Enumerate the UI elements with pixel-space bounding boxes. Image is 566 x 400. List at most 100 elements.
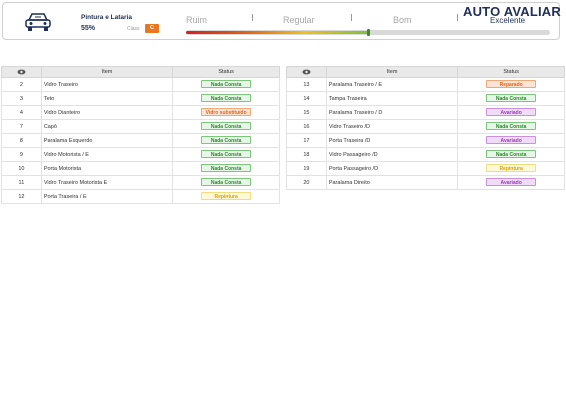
scale-separator bbox=[252, 14, 253, 21]
table-row: 14 Tampa Traseira Nada Consta bbox=[286, 91, 565, 106]
status-cell: Avariado bbox=[457, 175, 565, 190]
table-row: 20 Paralama Direito Avariado bbox=[286, 175, 565, 190]
table-row: 4 Vidro Dianteiro Vidro substituído bbox=[1, 105, 280, 120]
table-row: 13 Paralama Traseiro / E Reparado bbox=[286, 77, 565, 92]
table-row: 15 Paralama Traseiro / D Avariado bbox=[286, 105, 565, 120]
scale-label-bom: Bom bbox=[393, 15, 412, 25]
item-name: Porta Traseira / E bbox=[40, 189, 174, 204]
status-cell: Nada Consta bbox=[172, 161, 280, 176]
item-name: Vidro Traseiro /D bbox=[325, 119, 459, 134]
item-name: Tampa Traseira bbox=[325, 91, 459, 106]
row-number: 9 bbox=[1, 147, 42, 162]
item-name: Paralama Traseiro / E bbox=[325, 77, 459, 92]
table-header-icon bbox=[1, 66, 42, 78]
table-row: 10 Porta Motorista Nada Consta bbox=[1, 161, 280, 176]
scale-label-regular: Regular bbox=[283, 15, 315, 25]
table-row: 11 Vidro Traseiro Motorista E Nada Consta bbox=[1, 175, 280, 190]
row-number: 7 bbox=[1, 119, 42, 134]
status-cell: Vidro substituído bbox=[172, 105, 280, 120]
table-row: 2 Vidro Traseiro Nada Consta bbox=[1, 77, 280, 92]
eye-icon bbox=[17, 69, 26, 75]
status-badge: Nada Consta bbox=[201, 135, 252, 144]
status-cell: Reparado bbox=[457, 77, 565, 92]
status-badge: Nada Consta bbox=[201, 177, 252, 186]
class-label: Class bbox=[127, 26, 140, 32]
evaluation-summary-card: Pintura e Lataria 55% Class C Ruim Regul… bbox=[2, 2, 561, 40]
status-badge: Nada Consta bbox=[486, 93, 537, 102]
row-number: 15 bbox=[286, 105, 327, 120]
status-badge: Repintura bbox=[486, 163, 537, 172]
row-number: 10 bbox=[1, 161, 42, 176]
table-row: 9 Vidro Motorista / E Nada Consta bbox=[1, 147, 280, 162]
table-row: 8 Paralama Esquerdo Nada Consta bbox=[1, 133, 280, 148]
status-cell: Repintura bbox=[457, 161, 565, 176]
row-number: 20 bbox=[286, 175, 327, 190]
row-number: 17 bbox=[286, 133, 327, 148]
row-number: 2 bbox=[1, 77, 42, 92]
item-name: Paralama Traseiro / D bbox=[325, 105, 459, 120]
item-name: Vidro Traseiro Motorista E bbox=[40, 175, 174, 190]
table-header-status: Status bbox=[172, 66, 280, 78]
items-table-right: Item Status 13 Paralama Traseiro / E Repar… bbox=[286, 66, 565, 190]
status-cell: Nada Consta bbox=[172, 91, 280, 106]
status-cell: Nada Consta bbox=[172, 119, 280, 134]
status-cell: Nada Consta bbox=[172, 175, 280, 190]
table-row: 19 Porta Passageiro /D Repintura bbox=[286, 161, 565, 176]
class-badge: C bbox=[145, 24, 159, 33]
status-badge: Avariado bbox=[486, 107, 537, 116]
item-name: Porta Passageiro /D bbox=[325, 161, 459, 176]
row-number: 14 bbox=[286, 91, 327, 106]
status-badge: Repintura bbox=[201, 191, 252, 200]
row-number: 18 bbox=[286, 147, 327, 162]
item-name: Capô bbox=[40, 119, 174, 134]
row-number: 11 bbox=[1, 175, 42, 190]
status-badge: Reparado bbox=[486, 79, 537, 88]
status-badge: Nada Consta bbox=[201, 79, 252, 88]
eye-icon bbox=[302, 69, 311, 75]
table-row: 17 Porta Traseira /D Avariado bbox=[286, 133, 565, 148]
table-row: 18 Vidro Passageiro /D Nada Consta bbox=[286, 147, 565, 162]
table-row: 7 Capô Nada Consta bbox=[1, 119, 280, 134]
row-number: 4 bbox=[1, 105, 42, 120]
scale-label-ruim: Ruim bbox=[186, 15, 208, 25]
item-name: Vidro Dianteiro bbox=[40, 105, 174, 120]
item-name: Vidro Traseiro bbox=[40, 77, 174, 92]
row-number: 3 bbox=[1, 91, 42, 106]
status-cell: Avariado bbox=[457, 133, 565, 148]
table-header-icon bbox=[286, 66, 327, 78]
status-badge: Nada Consta bbox=[201, 93, 252, 102]
table-row: 16 Vidro Traseiro /D Nada Consta bbox=[286, 119, 565, 134]
status-badge: Nada Consta bbox=[486, 121, 537, 130]
status-badge: Nada Consta bbox=[201, 163, 252, 172]
table-row: 3 Teto Nada Consta bbox=[1, 91, 280, 106]
car-front-icon bbox=[25, 13, 51, 31]
score-marker bbox=[367, 29, 370, 36]
status-badge: Nada Consta bbox=[201, 121, 252, 130]
table-header-row: Item Status bbox=[1, 66, 280, 78]
status-cell: Nada Consta bbox=[172, 147, 280, 162]
table-header-row: Item Status bbox=[286, 66, 565, 78]
status-cell: Nada Consta bbox=[172, 133, 280, 148]
row-number: 19 bbox=[286, 161, 327, 176]
status-badge: Vidro substituído bbox=[201, 107, 252, 116]
status-badge: Avariado bbox=[486, 177, 537, 186]
status-cell: Nada Consta bbox=[457, 91, 565, 106]
category-percent: 55% bbox=[81, 25, 96, 32]
status-badge: Nada Consta bbox=[486, 149, 537, 158]
row-number: 12 bbox=[1, 189, 42, 204]
status-badge: Avariado bbox=[486, 135, 537, 144]
score-scale-bar bbox=[186, 29, 550, 36]
table-header-status: Status bbox=[457, 66, 565, 78]
scale-separator bbox=[351, 14, 352, 21]
table-header-item: Item bbox=[40, 66, 174, 78]
table-row: 12 Porta Traseira / E Repintura bbox=[1, 189, 280, 204]
status-cell: Avariado bbox=[457, 105, 565, 120]
score-scale-fill bbox=[186, 31, 368, 34]
items-table-left: Item Status 2 Vidro Traseiro Nada Consta 3 T… bbox=[1, 66, 280, 204]
item-name: Paralama Direito bbox=[325, 175, 459, 190]
item-name: Porta Motorista bbox=[40, 161, 174, 176]
status-cell: Nada Consta bbox=[457, 119, 565, 134]
item-name: Vidro Passageiro /D bbox=[325, 147, 459, 162]
row-number: 13 bbox=[286, 77, 327, 92]
scale-label-excelente: Excelente bbox=[490, 16, 526, 25]
